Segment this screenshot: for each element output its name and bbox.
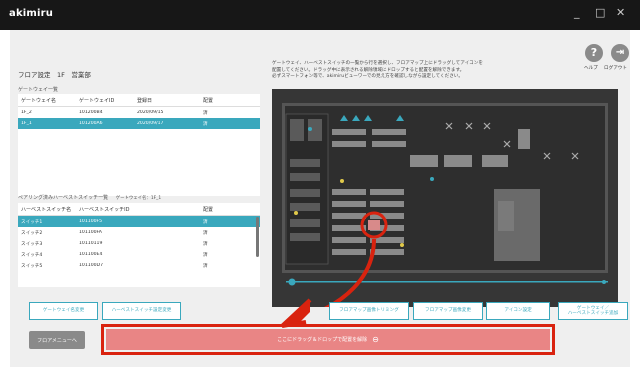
switch-row[interactable]: スイッチ3 10110119 済 — [18, 238, 260, 249]
switch-cell: 済 — [203, 241, 208, 247]
gateway-cell: 101200B4 — [79, 110, 103, 115]
gateway-cell: 101200A6 — [79, 121, 103, 126]
gateway-cell: 済 — [203, 110, 208, 116]
help-label[interactable]: ヘルプ — [584, 65, 598, 71]
page-title: フロア設定 1F 営業部 — [18, 71, 91, 79]
floor-map[interactable] — [272, 89, 618, 307]
gateway-rows: 1F_2 101200B4 2020/09/15 済 1F_1 101200A6 2020/… — [18, 107, 260, 129]
switch-cell: スイッチ1 — [21, 219, 43, 225]
drop-zone-label: ここにドラッグ＆ドロップで配置を解除 — [277, 337, 368, 343]
gateway-row[interactable]: 1F_2 101200B4 2020/09/15 済 — [18, 107, 260, 118]
icon-settings-button[interactable]: アイコン設定 — [486, 302, 550, 320]
gateway-cell: 1F_2 — [21, 110, 32, 115]
column-switch-id[interactable]: ハーベストスイッチID — [76, 206, 200, 213]
switch-list-heading-wrap: ペアリング済みハーベストスイッチ一覧 ゲートウェイ名：1F_1 — [18, 194, 161, 201]
switch-row[interactable]: スイッチ2 101100FA 済 — [18, 227, 260, 238]
switch-cell: 10110119 — [79, 241, 103, 246]
trim-map-button[interactable]: フロアマップ画像トリミング — [329, 302, 409, 320]
icon-settings-label: アイコン設定 — [504, 308, 532, 314]
gateway-list-heading: ゲートウェイ一覧 — [18, 87, 59, 93]
remove-circle-icon: ⊖ — [372, 335, 379, 344]
column-switch-name[interactable]: ハーベストスイッチ名 — [18, 206, 76, 213]
app-title: akimiru — [9, 8, 54, 19]
switch-cell: スイッチ5 — [21, 263, 43, 269]
switch-row[interactable]: スイッチ1 101100F5 済 — [18, 216, 260, 227]
switch-cell: スイッチ3 — [21, 241, 43, 247]
gateway-cell: 2020/09/15 — [137, 110, 164, 115]
gateway-row[interactable]: 1F_1 101200A6 2020/09/17 済 — [18, 118, 260, 129]
change-map-button[interactable]: フロアマップ画像変更 — [413, 302, 483, 320]
floor-menu-button[interactable]: フロアメニューへ — [29, 331, 85, 349]
switch-cell: 101100F5 — [79, 219, 103, 224]
minimize-button[interactable]: _ — [574, 6, 580, 19]
instruction-line-1: ゲートウェイ、ハーベストスイッチの一覧から行を選択し、フロアマップ上にドラッグし… — [272, 61, 483, 66]
column-gateway-name[interactable]: ゲートウェイ名 — [18, 97, 76, 104]
logout-label[interactable]: ログアウト — [604, 65, 627, 71]
close-button[interactable]: ✕ — [616, 6, 625, 19]
help-icon[interactable]: ? — [585, 44, 603, 62]
column-registered-date[interactable]: 登録日 — [134, 97, 200, 104]
switch-table-header: ハーベストスイッチ名 ハーベストスイッチID 配置 — [18, 203, 260, 216]
switch-cell: スイッチ2 — [21, 230, 43, 236]
gateway-cell: 2020/09/17 — [137, 121, 164, 126]
switch-cell: 済 — [203, 252, 208, 258]
switch-list-heading: ペアリング済みハーベストスイッチ一覧 — [18, 195, 109, 201]
gateway-table-header: ゲートウェイ名 ゲートウェイID 登録日 配置 — [18, 94, 260, 107]
switch-cell: 済 — [203, 219, 208, 225]
add-gateway-label-2: ハーベストスイッチ追加 — [567, 311, 619, 316]
maximize-button[interactable]: □ — [595, 6, 605, 19]
switch-row[interactable]: スイッチ4 101100E4 済 — [18, 249, 260, 260]
switch-cell: 101100E4 — [79, 252, 103, 257]
add-gateway-switch-button[interactable]: ゲートウェイ／ ハーベストスイッチ追加 — [558, 302, 628, 320]
drop-zone[interactable]: ここにドラッグ＆ドロップで配置を解除 ⊖ — [106, 329, 550, 350]
gateway-rename-button[interactable]: ゲートウェイ名変更 — [29, 302, 98, 320]
switch-table: ハーベストスイッチ名 ハーベストスイッチID 配置 スイッチ1 101100F5 済… — [18, 203, 260, 287]
logout-icon[interactable]: ⇥ — [611, 44, 629, 62]
switch-rows: スイッチ1 101100F5 済スイッチ2 101100FA 済スイッチ3 1011011… — [18, 216, 260, 271]
column-placement[interactable]: 配置 — [200, 97, 260, 104]
gateway-cell: 1F_1 — [21, 121, 32, 126]
column-gateway-id[interactable]: ゲートウェイID — [76, 97, 134, 104]
switch-settings-button[interactable]: ハーベストスイッチ設定変更 — [102, 302, 181, 320]
column-switch-placement[interactable]: 配置 — [200, 206, 256, 213]
title-bar: akimiru _ □ ✕ — [0, 0, 640, 30]
gateway-cell: 済 — [203, 121, 208, 127]
gateway-table: ゲートウェイ名 ゲートウェイID 登録日 配置 1F_2 101200B4 2020… — [18, 94, 260, 196]
switch-list-subheading: ゲートウェイ名：1F_1 — [115, 196, 162, 201]
switch-table-scrollbar[interactable] — [256, 217, 259, 257]
switch-cell: 済 — [203, 263, 208, 269]
switch-cell: 101100FA — [79, 230, 102, 235]
switch-cell: 済 — [203, 230, 208, 236]
instructions: ゲートウェイ、ハーベストスイッチの一覧から行を選択し、フロアマップ上にドラッグし… — [272, 61, 483, 81]
switch-cell: 101100D7 — [79, 263, 103, 268]
main-content: フロア設定 1F 営業部 ゲートウェイ、ハーベストスイッチの一覧から行を選択し、… — [10, 30, 630, 367]
instruction-line-3: 必ずスマートフォン等で、akimiruビューワーでの見え方を確認しながら設定して… — [272, 74, 463, 79]
switch-row[interactable]: スイッチ5 101100D7 済 — [18, 260, 260, 271]
floor-map-drawing — [282, 103, 608, 307]
switch-cell: スイッチ4 — [21, 252, 43, 258]
